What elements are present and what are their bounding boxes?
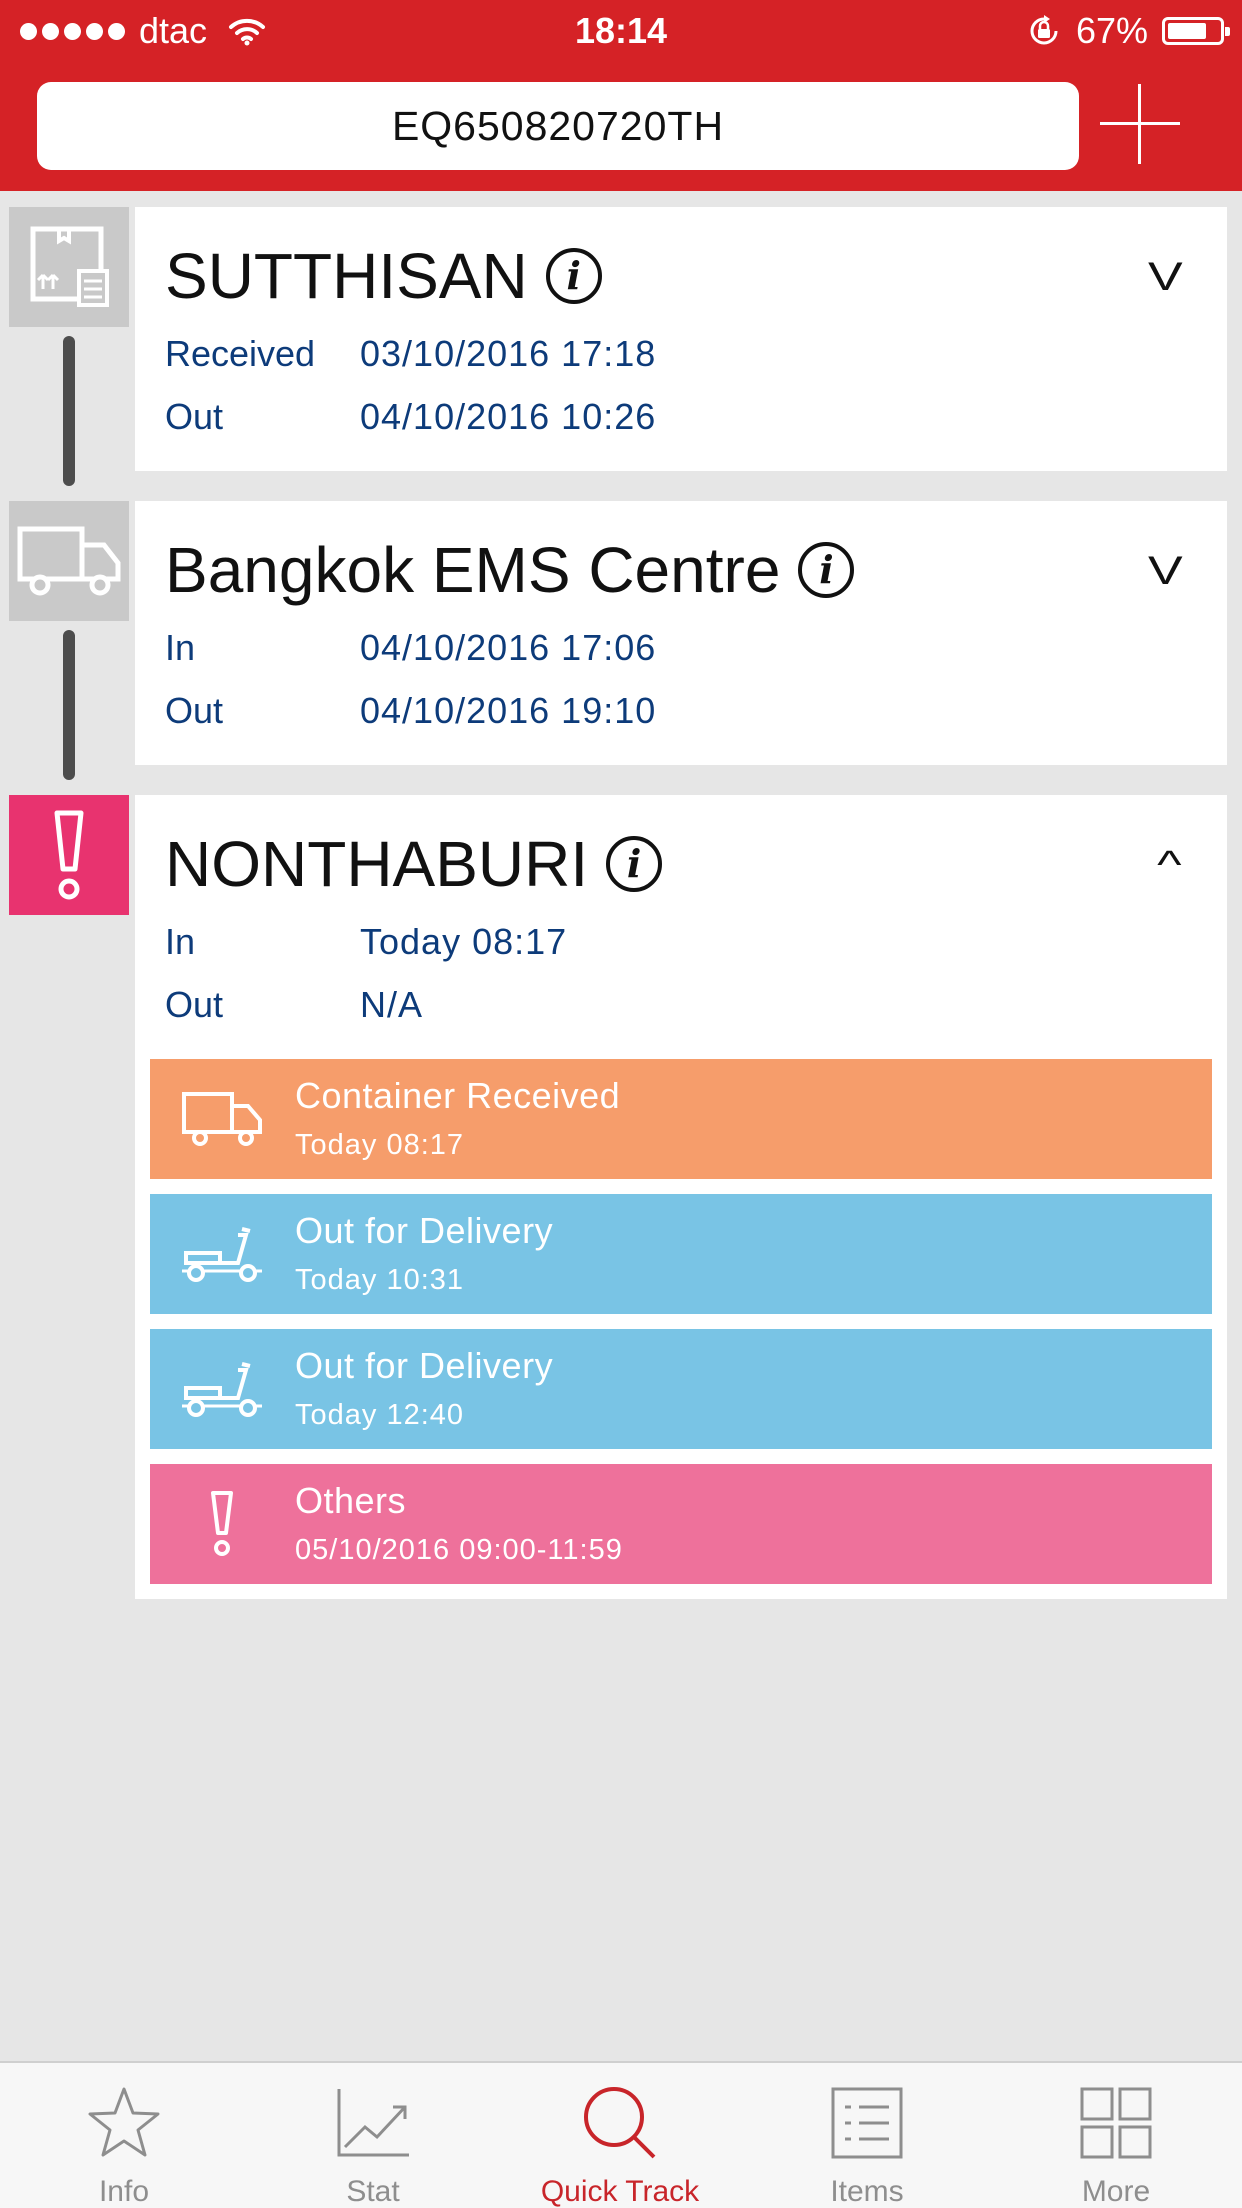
event-item[interactable]: Out for Delivery Today 12:40 [150,1329,1212,1449]
out-row: Out 04/10/2016 10:26 [165,396,656,438]
expand-chevron-icon[interactable]: V [1148,255,1183,300]
tab-more[interactable]: More [1016,2063,1216,2208]
received-row: Received 03/10/2016 17:18 [165,333,656,375]
event-item[interactable]: Out for Delivery Today 10:31 [150,1194,1212,1314]
location-card-bangkok[interactable]: Bangkok EMS Centre i V In 04/10/2016 17:… [135,501,1227,765]
tracking-number-field[interactable]: EQ650820720TH [37,82,1079,170]
battery-icon [1162,17,1230,45]
timeline-connector [63,336,75,486]
timeline-connector [63,630,75,780]
event-title: Out for Delivery [295,1345,554,1386]
chart-icon [337,2089,409,2157]
app-header: dtac 18:14 67% EQ650820720TH [0,0,1242,191]
row-label: In [165,627,196,668]
row-label: Out [165,690,224,731]
row-label: Received [165,333,316,374]
tab-label: Info [98,2175,150,2208]
rotation-lock-icon [1030,15,1058,45]
row-value: 04/10/2016 17:06 [360,627,657,668]
tab-label: More [1081,2175,1151,2208]
out-row: Out 04/10/2016 19:10 [165,690,656,732]
tab-info[interactable]: Info [24,2063,224,2208]
grid-icon [1080,2087,1152,2159]
row-value: 03/10/2016 17:18 [360,333,657,374]
scooter-icon [180,1351,264,1427]
exclamation-icon [9,795,129,915]
scooter-icon [180,1216,264,1292]
tab-items[interactable]: Items [767,2063,967,2208]
tab-quick-track[interactable]: Quick Track [520,2063,720,2208]
in-row: In 04/10/2016 17:06 [165,627,656,669]
event-time: Today 10:31 [295,1264,465,1296]
row-value: N/A [360,984,424,1025]
tab-bar: Info Stat Quick Track Items More [0,2061,1242,2208]
out-row: Out N/A [165,984,423,1026]
info-icon[interactable]: i [545,248,602,304]
battery-percent: 67% [1075,10,1148,51]
add-button[interactable] [1100,84,1180,164]
location-card-nonthaburi[interactable]: NONTHABURI i ^ In Today 08:17 Out N/A Co… [135,795,1227,1599]
in-row: In Today 08:17 [165,921,567,963]
tab-label: Items [830,2175,904,2208]
tab-stat[interactable]: Stat [273,2063,473,2208]
list-icon [831,2087,903,2159]
status-bar: dtac 18:14 67% [0,0,1242,64]
event-title: Others [295,1480,407,1521]
parcel-box-icon [9,207,129,327]
exclamation-icon [180,1486,264,1562]
row-value: 04/10/2016 10:26 [360,396,657,437]
location-name: SUTTHISAN [165,240,528,312]
event-time: 05/10/2016 09:00-11:59 [295,1534,623,1566]
location-name: Bangkok EMS Centre [165,534,781,606]
event-time: Today 12:40 [295,1399,465,1431]
row-value: Today 08:17 [360,921,568,962]
event-title: Container Received [295,1075,621,1116]
row-label: Out [165,984,224,1025]
info-icon[interactable]: i [606,836,663,892]
location-name: NONTHABURI [165,828,589,900]
expand-chevron-icon[interactable]: V [1148,549,1183,594]
location-card-sutthisan[interactable]: SUTTHISAN i V Received 03/10/2016 17:18 … [135,207,1227,471]
event-item[interactable]: Others 05/10/2016 09:00-11:59 [150,1464,1212,1584]
search-icon [584,2087,656,2159]
info-icon[interactable]: i [798,542,855,598]
collapse-chevron-icon[interactable]: ^ [1157,843,1181,888]
star-icon [88,2087,160,2157]
row-label: Out [165,396,224,437]
tab-label: Quick Track [540,2175,700,2208]
event-title: Out for Delivery [295,1210,554,1251]
event-item[interactable]: Container Received Today 08:17 [150,1059,1212,1179]
truck-icon [180,1081,264,1157]
truck-icon [9,501,129,621]
row-value: 04/10/2016 19:10 [360,690,657,731]
event-time: Today 08:17 [295,1129,465,1161]
tab-label: Stat [346,2175,400,2208]
row-label: In [165,921,196,962]
